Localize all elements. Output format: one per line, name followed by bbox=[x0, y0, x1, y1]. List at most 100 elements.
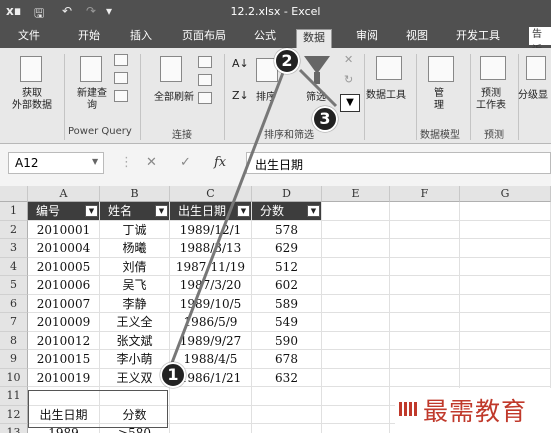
row-header[interactable]: 5 bbox=[0, 276, 28, 295]
row-header[interactable]: 4 bbox=[0, 257, 28, 276]
tab-formulas[interactable]: 公式 bbox=[248, 28, 282, 46]
filter-dropdown-icon[interactable]: ▼ bbox=[85, 205, 98, 217]
table-cell[interactable]: 1989/9/27 bbox=[170, 331, 252, 350]
tab-insert[interactable]: 插入 bbox=[124, 28, 158, 46]
table-cell[interactable]: 632 bbox=[252, 368, 322, 387]
cell[interactable] bbox=[322, 331, 390, 350]
connections-icon[interactable] bbox=[198, 56, 212, 68]
tab-view[interactable]: 视图 bbox=[400, 28, 434, 46]
table-cell[interactable]: 549 bbox=[252, 313, 322, 332]
cell[interactable] bbox=[390, 350, 460, 369]
tell-me-search[interactable]: 告诉 bbox=[529, 27, 551, 56]
cell[interactable] bbox=[252, 424, 322, 433]
table-cell[interactable]: 张文斌 bbox=[100, 331, 170, 350]
table-cell[interactable]: 王义全 bbox=[100, 313, 170, 332]
tab-page-layout[interactable]: 页面布局 bbox=[176, 28, 232, 46]
row-header[interactable]: 9 bbox=[0, 350, 28, 369]
name-box[interactable]: A12 bbox=[8, 152, 104, 174]
enter-button[interactable]: ✓ bbox=[180, 155, 191, 170]
cell[interactable] bbox=[170, 405, 252, 424]
get-external-data-button[interactable]: 获取 外部数据 bbox=[4, 88, 60, 112]
table-cell[interactable]: 2010007 bbox=[28, 294, 100, 313]
table-cell[interactable]: 李静 bbox=[100, 294, 170, 313]
cell[interactable] bbox=[170, 424, 252, 433]
table-cell[interactable]: 1987/3/20 bbox=[170, 276, 252, 295]
refresh-all-button[interactable]: 全部刷新 bbox=[146, 92, 202, 104]
table-cell[interactable]: 2010001 bbox=[28, 220, 100, 239]
table-cell[interactable]: 1989/10/5 bbox=[170, 294, 252, 313]
table-cell[interactable]: 吴飞 bbox=[100, 276, 170, 295]
row-header[interactable]: 12 bbox=[0, 405, 28, 424]
filter-dropdown-icon[interactable]: ▼ bbox=[307, 205, 320, 217]
cell[interactable] bbox=[460, 276, 551, 295]
table-cell[interactable]: 602 bbox=[252, 276, 322, 295]
row-header[interactable]: 6 bbox=[0, 294, 28, 313]
cell[interactable] bbox=[322, 257, 390, 276]
formula-input[interactable]: 出生日期 bbox=[246, 152, 551, 174]
row-header[interactable]: 3 bbox=[0, 239, 28, 258]
from-table-icon[interactable] bbox=[114, 72, 128, 84]
filter-dropdown-icon[interactable]: ▼ bbox=[155, 205, 168, 217]
cell[interactable] bbox=[460, 220, 551, 239]
table-cell[interactable]: 589 bbox=[252, 294, 322, 313]
tab-developer[interactable]: 开发工具 bbox=[450, 28, 506, 46]
tab-review[interactable]: 审阅 bbox=[350, 28, 384, 46]
cell[interactable] bbox=[390, 257, 460, 276]
show-queries-icon[interactable] bbox=[114, 54, 128, 66]
cell[interactable] bbox=[460, 202, 551, 221]
sort-descending-icon[interactable]: Z↓ bbox=[232, 90, 249, 102]
column-header[interactable]: B bbox=[100, 186, 170, 202]
advanced-filter-button[interactable]: ▼ bbox=[340, 94, 360, 112]
cell[interactable] bbox=[390, 220, 460, 239]
cell[interactable] bbox=[460, 368, 551, 387]
cell[interactable] bbox=[322, 387, 390, 406]
cell[interactable] bbox=[322, 294, 390, 313]
row-header[interactable]: 11 bbox=[0, 387, 28, 406]
tab-file[interactable]: 文件 bbox=[12, 28, 46, 46]
table-cell[interactable]: 1988/3/13 bbox=[170, 239, 252, 258]
cancel-button[interactable]: ✕ bbox=[146, 155, 157, 170]
cell[interactable] bbox=[460, 331, 551, 350]
table-cell[interactable]: 丁诚 bbox=[100, 220, 170, 239]
table-cell[interactable]: 1989/12/1 bbox=[170, 220, 252, 239]
insert-function-button[interactable]: fx bbox=[214, 155, 226, 170]
table-cell[interactable]: 2010009 bbox=[28, 313, 100, 332]
outline-button[interactable]: 分级显 bbox=[518, 90, 548, 102]
table-cell[interactable]: 杨曦 bbox=[100, 239, 170, 258]
cell[interactable] bbox=[390, 368, 460, 387]
row-header[interactable]: 7 bbox=[0, 313, 28, 332]
table-cell[interactable]: 1987/11/19 bbox=[170, 257, 252, 276]
cell[interactable] bbox=[460, 294, 551, 313]
tab-home[interactable]: 开始 bbox=[72, 28, 106, 46]
recent-sources-icon[interactable] bbox=[114, 90, 128, 102]
properties-icon[interactable] bbox=[198, 74, 212, 86]
cell[interactable] bbox=[390, 294, 460, 313]
table-cell[interactable]: 2010006 bbox=[28, 276, 100, 295]
row-header[interactable]: 10 bbox=[0, 368, 28, 387]
cell[interactable] bbox=[170, 387, 252, 406]
clear-filter-icon[interactable]: ✕ bbox=[344, 54, 353, 66]
row-header[interactable]: 8 bbox=[0, 331, 28, 350]
column-header[interactable]: F bbox=[390, 186, 460, 202]
sort-button[interactable]: 排序 bbox=[256, 92, 276, 104]
cell[interactable] bbox=[390, 202, 460, 221]
new-query-button[interactable]: 新建查 询 bbox=[68, 88, 116, 112]
cell[interactable] bbox=[322, 368, 390, 387]
column-header[interactable]: C bbox=[170, 186, 252, 202]
table-cell[interactable]: 678 bbox=[252, 350, 322, 369]
cell[interactable] bbox=[252, 405, 322, 424]
table-cell[interactable]: 2010005 bbox=[28, 257, 100, 276]
column-header[interactable]: G bbox=[460, 186, 551, 202]
table-cell[interactable]: 2010019 bbox=[28, 368, 100, 387]
table-cell[interactable]: 2010004 bbox=[28, 239, 100, 258]
cell[interactable] bbox=[322, 276, 390, 295]
cell[interactable] bbox=[460, 350, 551, 369]
filter-button[interactable]: 筛选 bbox=[306, 92, 326, 104]
table-cell[interactable]: 2010012 bbox=[28, 331, 100, 350]
column-header[interactable]: A bbox=[28, 186, 100, 202]
tab-data[interactable]: 数据 bbox=[296, 29, 332, 48]
cell[interactable] bbox=[322, 220, 390, 239]
table-cell[interactable]: 512 bbox=[252, 257, 322, 276]
cell[interactable] bbox=[390, 331, 460, 350]
table-cell[interactable]: 590 bbox=[252, 331, 322, 350]
